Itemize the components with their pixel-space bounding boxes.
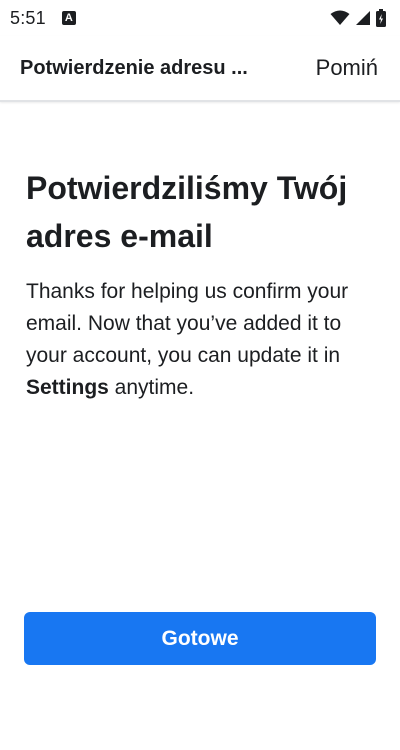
message-text-end: anytime. — [108, 376, 195, 399]
status-time: 5:51 — [10, 7, 46, 28]
confirmation-content: Potwierdziliśmy Twój adres e-mail Thanks… — [26, 164, 382, 404]
confirmation-message: Thanks for helping us confirm your email… — [26, 276, 382, 404]
done-button[interactable]: Gotowe — [24, 612, 376, 665]
wifi-icon — [330, 10, 350, 25]
status-icons — [330, 9, 386, 27]
page-title: Potwierdzenie adresu ... — [20, 56, 248, 79]
message-text-start: Thanks for helping us confirm your email… — [26, 280, 349, 367]
signal-icon — [356, 11, 370, 25]
battery-icon — [376, 9, 386, 27]
app-header: Potwierdzenie adresu ... Pomiń — [0, 36, 400, 102]
confirmation-heading: Potwierdziliśmy Twój adres e-mail — [26, 170, 348, 254]
a-notification-icon: A — [61, 11, 76, 25]
settings-label: Settings — [26, 376, 109, 399]
status-bar: 5:51 A — [0, 0, 400, 36]
skip-button[interactable]: Pomiń — [316, 55, 378, 81]
